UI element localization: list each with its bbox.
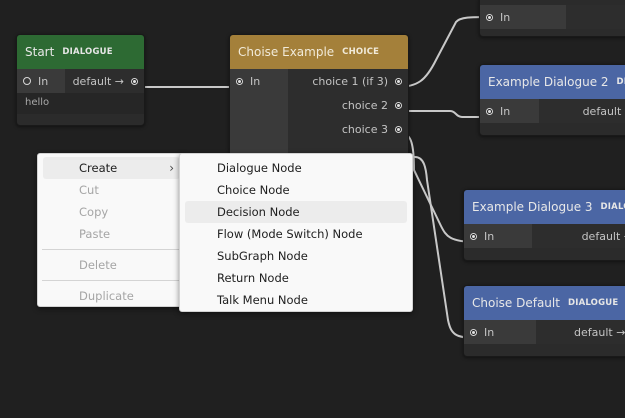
submenu-item-dialogue-node[interactable]: Dialogue Node <box>185 157 407 179</box>
port-connected-icon <box>395 77 402 85</box>
input-port[interactable]: In <box>480 5 566 29</box>
node-type-label: DIALOGUE <box>567 298 619 308</box>
node-type-label: DIALOGUE <box>616 77 625 87</box>
submenu-item-flow-node[interactable]: Flow (Mode Switch) Node <box>185 223 407 245</box>
example-dialogue-2-node[interactable]: Example Dialogue 2 DIALOGUE In default → <box>479 64 625 136</box>
node-header[interactable]: Example Dialogue 3 DIALOGUE <box>464 190 625 224</box>
menu-separator <box>42 249 181 250</box>
port-connected-icon <box>236 77 243 85</box>
wire-choice1-to-top <box>396 16 493 88</box>
node-header[interactable]: Start DIALOGUE <box>17 35 144 69</box>
input-port[interactable]: In <box>464 224 532 248</box>
node-type-label: DIALOGUE <box>62 47 113 57</box>
port-label: choice 1 (if 3) <box>312 74 388 88</box>
menu-item-label: Create <box>79 161 118 175</box>
submenu-item-return-node[interactable]: Return Node <box>185 267 407 289</box>
menu-item-cut[interactable]: Cut <box>43 179 180 201</box>
port-label: In <box>500 104 511 118</box>
choice-default-node[interactable]: Choise Default DIALOGUE In default → <box>463 285 625 357</box>
node-text-preview: hello <box>17 93 144 114</box>
menu-separator <box>42 280 181 281</box>
node-header[interactable]: Example Dialogue 2 DIALOGUE <box>480 65 625 99</box>
output-port-default[interactable]: default → <box>65 69 144 93</box>
wire-choice2-to-example2 <box>396 110 493 118</box>
chevron-right-icon: › <box>169 161 174 175</box>
menu-item-create[interactable]: Create › <box>43 157 180 179</box>
port-label: choice 3 <box>341 122 388 136</box>
output-port-default[interactable]: default → <box>539 99 625 123</box>
top-partial-node[interactable]: In <box>479 0 625 37</box>
menu-item-paste[interactable]: Paste <box>43 223 180 245</box>
node-type-label: DIALOGUE <box>600 202 625 212</box>
submenu-item-talk-menu-node[interactable]: Talk Menu Node <box>185 289 407 311</box>
input-port[interactable]: In <box>17 69 65 93</box>
node-title: Start <box>25 45 55 59</box>
context-menu: Create › Cut Copy Paste Delete Duplicate <box>37 153 186 307</box>
port-label: default → <box>582 104 625 118</box>
output-port-choice-2[interactable]: choice 2 <box>288 93 408 117</box>
port-label: default → <box>72 74 124 88</box>
example-dialogue-3-node[interactable]: Example Dialogue 3 DIALOGUE In default → <box>463 189 625 261</box>
node-type-label: CHOICE <box>342 47 380 57</box>
port-label: default → <box>581 229 625 243</box>
menu-item-copy[interactable]: Copy <box>43 201 180 223</box>
output-port-choice-3[interactable]: choice 3 <box>288 117 408 141</box>
port-label: In <box>250 74 261 88</box>
port-label: In <box>484 325 495 339</box>
menu-item-delete[interactable]: Delete <box>43 254 180 276</box>
output-port-choice-1[interactable]: choice 1 (if 3) <box>288 69 408 93</box>
port-connected-icon <box>470 232 477 240</box>
submenu-item-choice-node[interactable]: Choice Node <box>185 179 407 201</box>
start-dialogue-node[interactable]: Start DIALOGUE In default → hello <box>16 34 145 126</box>
port-label: choice 2 <box>341 98 388 112</box>
input-port[interactable]: In <box>480 99 539 123</box>
node-title: Example Dialogue 3 <box>472 200 593 214</box>
menu-item-duplicate[interactable]: Duplicate <box>43 285 180 307</box>
create-submenu: Dialogue Node Choice Node Decision Node … <box>179 153 413 312</box>
choice-node[interactable]: Choise Example CHOICE In choice 1 (if 3)… <box>229 34 409 166</box>
input-port[interactable]: In <box>464 320 536 344</box>
output-port-default[interactable]: default → <box>536 320 625 344</box>
output-port-default[interactable]: default → <box>532 224 625 248</box>
submenu-item-subgraph-node[interactable]: SubGraph Node <box>185 245 407 267</box>
port-label: In <box>500 10 511 24</box>
submenu-item-decision-node[interactable]: Decision Node <box>185 201 407 223</box>
node-title: Example Dialogue 2 <box>488 75 609 89</box>
node-header[interactable]: Choise Default DIALOGUE <box>464 286 625 320</box>
node-header[interactable]: Choise Example CHOICE <box>230 35 408 69</box>
input-port[interactable]: In <box>230 69 288 93</box>
port-connected-icon <box>486 107 493 115</box>
port-label: default → <box>574 325 625 339</box>
port-hollow-icon <box>23 77 31 85</box>
port-connected-icon <box>395 101 402 109</box>
port-label: In <box>484 229 495 243</box>
port-label: In <box>38 74 49 88</box>
port-connected-icon <box>131 77 138 85</box>
port-connected-icon <box>486 13 493 21</box>
port-connected-icon <box>395 125 402 133</box>
port-connected-icon <box>470 328 477 336</box>
node-title: Choise Default <box>472 296 560 310</box>
node-title: Choise Example <box>238 45 335 59</box>
